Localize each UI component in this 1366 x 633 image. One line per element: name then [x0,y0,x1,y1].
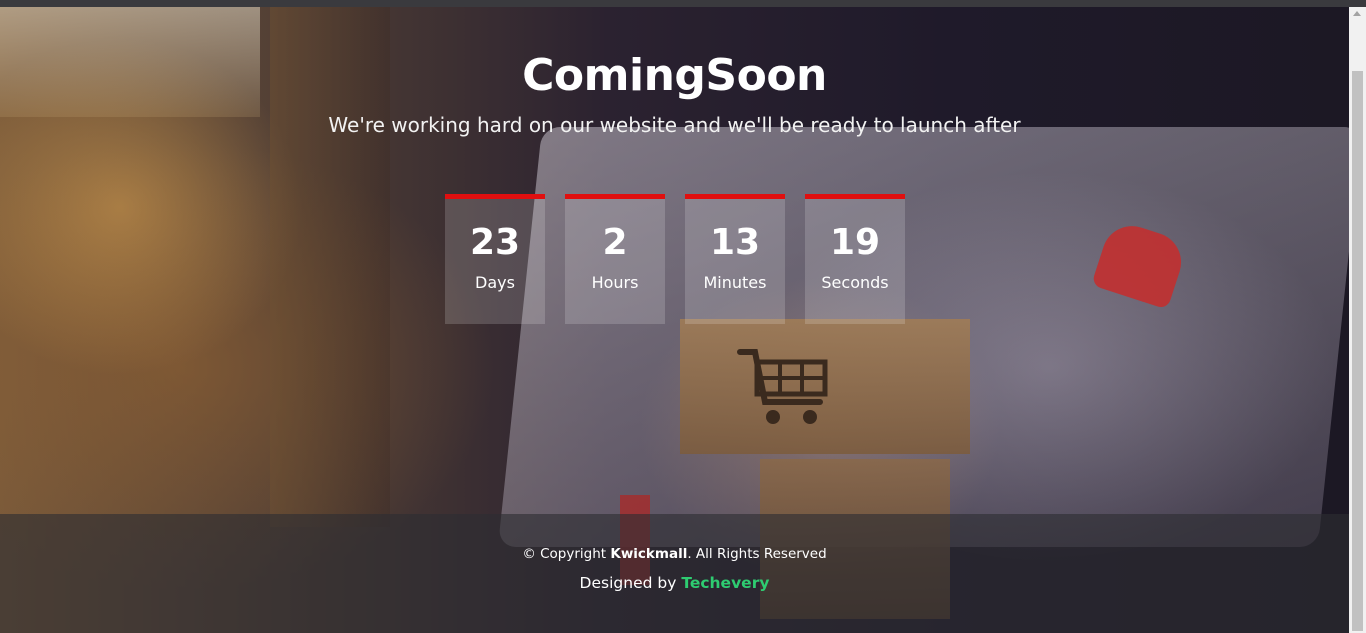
countdown-days-value: 23 [469,222,521,263]
box-cart-print-icon [737,349,828,424]
scroll-up-arrow-icon[interactable] [1353,11,1361,16]
copyright-suffix: . All Rights Reserved [687,546,827,562]
countdown-seconds-label: Seconds [821,273,889,292]
countdown-hours: 2 Hours [565,194,665,324]
page-subtitle: We're working hard on our website and we… [328,113,1021,137]
page-title: ComingSoon [522,50,827,101]
designed-by-text: Designed by Techevery [0,574,1349,592]
site-footer: © Copyright Kwickmall. All Rights Reserv… [0,514,1349,633]
countdown-minutes-value: 13 [709,222,761,263]
designer-link[interactable]: Techevery [681,574,769,592]
browser-top-edge [0,0,1366,7]
countdown-days-label: Days [475,273,515,292]
designed-by-prefix: Designed by [579,574,682,592]
countdown-seconds: 19 Seconds [805,194,905,324]
copyright-text: © Copyright Kwickmall. All Rights Reserv… [0,546,1349,562]
copyright-prefix: © Copyright [522,546,611,562]
countdown-minutes: 13 Minutes [685,194,785,324]
page-scrollbar[interactable] [1349,7,1366,633]
company-name: Kwickmall [610,546,688,562]
countdown-hours-label: Hours [591,273,639,292]
countdown-minutes-label: Minutes [703,273,767,292]
countdown-seconds-value: 19 [829,222,881,263]
countdown-hours-value: 2 [602,222,628,263]
countdown-days: 23 Days [445,194,545,324]
countdown-timer: 23 Days 2 Hours 13 Minutes 19 Seconds [445,194,905,324]
scrollbar-thumb[interactable] [1352,71,1363,631]
